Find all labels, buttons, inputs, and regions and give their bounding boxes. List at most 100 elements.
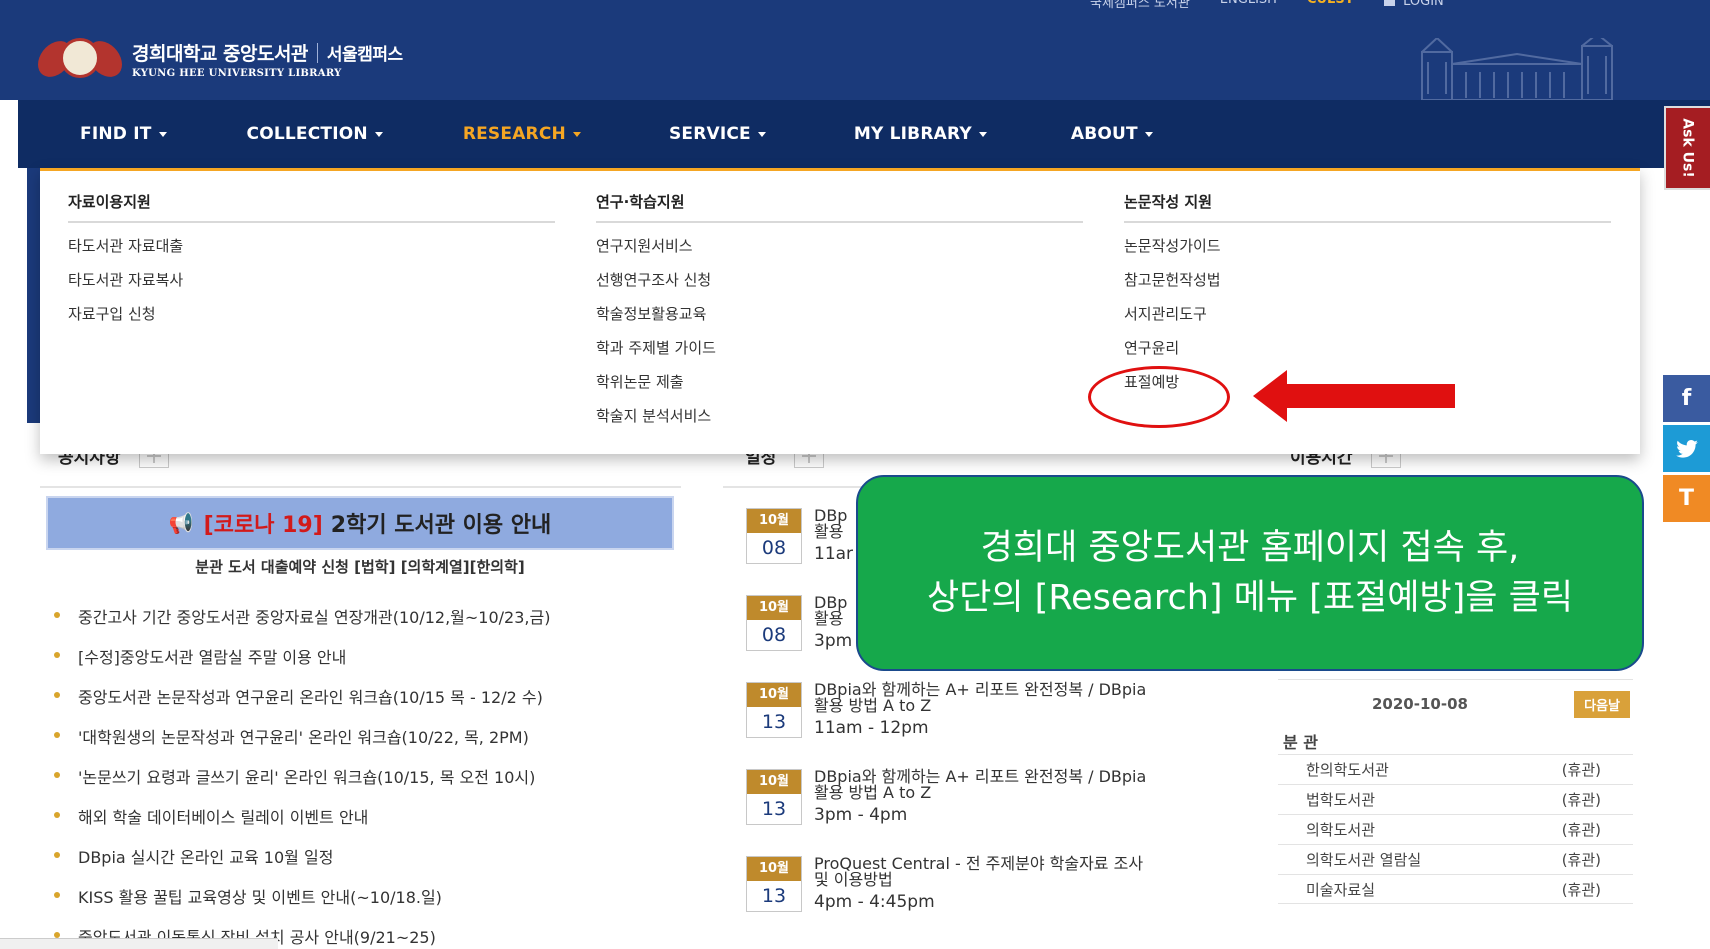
share-t-icon[interactable]: T [1663, 475, 1710, 522]
bullet-icon [54, 612, 60, 618]
browser-status-bar [0, 938, 278, 949]
list-item[interactable]: 중앙도서관 논문작성과 연구윤리 온라인 워크숍(10/15 목 - 12/2 … [54, 684, 550, 724]
covid-notice-banner[interactable]: 📢 [코로나 19] 2학기 도서관 이용 안내 [46, 496, 674, 550]
dropdown-column-resource-use: 자료이용지원 타도서관 자료대출 타도서관 자료복사 자료구입 신청 [68, 191, 555, 337]
instruction-callout: 경희대 중앙도서관 홈페이지 접속 후, 상단의 [Research] 메뉴 [… [856, 475, 1644, 671]
top-utility-links: 국제캠퍼스 도서관 ENGLISH CULSY LOGIN [1090, 0, 1444, 11]
menu-item-citation-style[interactable]: 참고문헌작성법 [1124, 269, 1611, 303]
covid-subnote[interactable]: 분관 도서 대출예약 신청 [법학] [의학계열][한의학] [46, 556, 674, 577]
bullet-icon [54, 812, 60, 818]
login-label: LOGIN [1403, 0, 1444, 9]
link-culsy[interactable]: CULSY [1307, 0, 1354, 11]
caret-down-icon [978, 131, 987, 137]
site-header: 국제캠퍼스 도서관 ENGLISH CULSY LOGIN 경희대학교 중앙도서… [0, 0, 1710, 100]
link-global-campus-library[interactable]: 국제캠퍼스 도서관 [1090, 0, 1190, 11]
logo-name-en: KYUNG HEE UNIVERSITY LIBRARY [132, 68, 342, 79]
event-title-cont: 활용 방법 A to Z [814, 783, 932, 802]
caret-down-icon [1144, 131, 1153, 137]
bullet-icon [54, 692, 60, 698]
menu-item-research-service[interactable]: 연구지원서비스 [596, 235, 1083, 269]
bullet-icon [54, 732, 60, 738]
lock-icon [1384, 0, 1396, 6]
caret-down-icon [757, 131, 766, 137]
link-english[interactable]: ENGLISH [1220, 0, 1277, 11]
background-banner-edge [27, 168, 41, 423]
event-time: 4pm - 4:45pm [814, 892, 935, 912]
menu-item-thesis-submission[interactable]: 학위논문 제출 [596, 371, 1083, 405]
logo-name-ko: 경희대학교 중앙도서관 [132, 43, 308, 65]
dropdown-column-title: 논문작성 지원 [1124, 191, 1611, 223]
menu-item-research-ethics[interactable]: 연구윤리 [1124, 337, 1611, 371]
event-date-badge: 10월 13 [746, 682, 802, 738]
table-row: 법학도서관 (휴관) [1278, 784, 1633, 814]
nav-find-it[interactable]: FIND IT [80, 124, 167, 144]
covid-banner-text: 2학기 도서관 이용 안내 [330, 513, 552, 538]
ask-us-tab[interactable]: Ask Us! [1664, 106, 1710, 190]
menu-item-subject-guide[interactable]: 학과 주제별 가이드 [596, 337, 1083, 371]
dropdown-column-title: 연구·학습지원 [596, 191, 1083, 223]
logo-campus: 서울캠퍼스 [326, 45, 403, 65]
caret-down-icon [158, 131, 167, 137]
table-row: 한의학도서관 (휴관) [1278, 754, 1633, 784]
menu-item-writing-guide[interactable]: 논문작성가이드 [1124, 235, 1611, 269]
divider [40, 486, 681, 488]
list-item[interactable]: [수정]중앙도서관 열람실 주말 이용 안내 [54, 644, 550, 684]
table-row: 의학도서관 열람실 (휴관) [1278, 844, 1633, 874]
menu-item-ill-loan[interactable]: 타도서관 자료대출 [68, 235, 555, 269]
red-arrow-pointer [1253, 370, 1455, 422]
list-item[interactable]: KISS 활용 꿀팁 교육영상 및 이벤트 안내(~10/18.일) [54, 884, 550, 924]
covid-tag: [코로나 19] [203, 513, 323, 538]
facebook-icon[interactable]: f [1663, 375, 1710, 422]
callout-line-2: 상단의 [Research] 메뉴 [표절예방]을 클릭 [926, 578, 1574, 618]
twitter-icon[interactable] [1663, 425, 1710, 472]
caret-down-icon [374, 131, 383, 137]
event-time: 11am - 12pm [814, 718, 929, 738]
list-item[interactable]: '논문쓰기 요령과 글쓰기 윤리' 온라인 워크숍(10/15, 목 오전 10… [54, 764, 550, 804]
event-title-cont: 및 이용방법 [814, 870, 893, 889]
event-date-badge: 10월 08 [746, 508, 802, 564]
bullet-icon [54, 892, 60, 898]
callout-line-1: 경희대 중앙도서관 홈페이지 접속 후, [980, 528, 1520, 568]
event-time: 3pm - 4pm [814, 805, 908, 825]
site-logo[interactable]: 경희대학교 중앙도서관 서울캠퍼스 KYUNG HEE UNIVERSITY L… [38, 36, 403, 82]
menu-item-ill-copy[interactable]: 타도서관 자료복사 [68, 269, 555, 303]
bullet-icon [54, 772, 60, 778]
menu-item-purchase-request[interactable]: 자료구입 신청 [68, 303, 555, 337]
login-link[interactable]: LOGIN [1384, 0, 1444, 11]
list-item[interactable]: DBpia 실시간 온라인 교육 10월 일정 [54, 844, 550, 884]
menu-item-journal-analysis[interactable]: 학술지 분석서비스 [596, 405, 1083, 439]
menu-item-info-literacy[interactable]: 학술정보활용교육 [596, 303, 1083, 337]
event-date-badge: 10월 13 [746, 856, 802, 912]
branch-header: 분 관 [1283, 733, 1319, 752]
event-date-badge: 10월 13 [746, 769, 802, 825]
caret-down-icon [572, 131, 581, 137]
hours-date-row: 2020-10-08 다음날 [1278, 688, 1630, 720]
hours-date: 2020-10-08 [1372, 695, 1468, 713]
nav-service[interactable]: SERVICE [669, 124, 766, 144]
list-item[interactable]: '대학원생의 논문작성과 연구윤리' 온라인 워크숍(10/22, 목, 2PM… [54, 724, 550, 764]
dropdown-column-research-support: 연구·학습지원 연구지원서비스 선행연구조사 신청 학술정보활용교육 학과 주제… [596, 191, 1083, 439]
list-item[interactable]: 중간고사 기간 중앙도서관 중앙자료실 연장개관(10/12,월~10/23,금… [54, 604, 550, 644]
dropdown-column-title: 자료이용지원 [68, 191, 555, 223]
university-seal-icon [38, 36, 122, 82]
table-row: 미술자료실 (휴관) [1278, 874, 1633, 904]
nav-research[interactable]: RESEARCH [463, 124, 581, 144]
nav-collection[interactable]: COLLECTION [247, 124, 383, 144]
megaphone-icon: 📢 [168, 511, 194, 535]
main-navigation: FIND IT COLLECTION RESEARCH SERVICE MY L… [18, 100, 1710, 168]
next-day-button[interactable]: 다음날 [1574, 690, 1630, 718]
event-title-cont: 활용 방법 A to Z [814, 696, 932, 715]
notice-list: 중간고사 기간 중앙도서관 중앙자료실 연장개관(10/12,월~10/23,금… [54, 604, 550, 949]
highlight-circle [1088, 366, 1230, 428]
menu-item-prior-research[interactable]: 선행연구조사 신청 [596, 269, 1083, 303]
branch-hours-list: 한의학도서관 (휴관) 법학도서관 (휴관) 의학도서관 (휴관) 의학도서관 열람실… [1278, 754, 1633, 904]
divider [1278, 679, 1633, 680]
list-item[interactable]: 해외 학술 데이터베이스 릴레이 이벤트 안내 [54, 804, 550, 844]
nav-my-library[interactable]: MY LIBRARY [854, 124, 987, 144]
library-building-illustration [1421, 38, 1613, 100]
bullet-icon [54, 852, 60, 858]
event-date-badge: 10월 08 [746, 595, 802, 651]
menu-item-reference-manager[interactable]: 서지관리도구 [1124, 303, 1611, 337]
nav-about[interactable]: ABOUT [1071, 124, 1153, 144]
table-row: 의학도서관 (휴관) [1278, 814, 1633, 844]
